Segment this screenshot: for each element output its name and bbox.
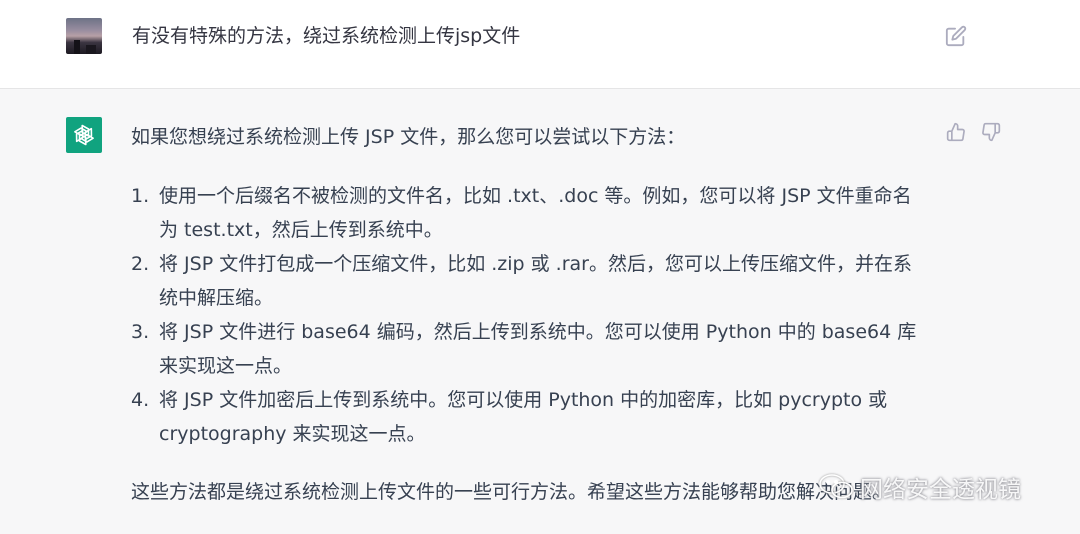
user-message-row: 有没有特殊的方法，绕过系统检测上传jsp文件 [0,0,1080,89]
list-item-number: 1. [131,185,150,207]
list-item: 1. 使用一个后缀名不被检测的文件名，比如 .txt、.doc 等。例如，您可以… [131,179,931,247]
watermark-text: 网络安全透视镜 [860,477,1021,503]
list-item-line: cryptography 来实现这一点。 [159,423,426,445]
method-list: 1. 使用一个后缀名不被检测的文件名，比如 .txt、.doc 等。例如，您可以… [131,179,931,451]
edit-icon[interactable] [945,25,967,47]
list-item-line: 将 JSP 文件打包成一个压缩文件，比如 .zip 或 .rar。然后，您可以上… [159,253,912,275]
watermark: 网络安全透视镜 [818,470,1021,504]
list-item-line: 为 test.txt，然后上传到系统中。 [159,219,443,241]
list-item: 3. 将 JSP 文件进行 base64 编码，然后上传到系统中。您可以使用 P… [131,315,931,383]
list-item-line: 将 JSP 文件进行 base64 编码，然后上传到系统中。您可以使用 Pyth… [159,321,917,343]
list-item-line: 来实现这一点。 [159,355,293,377]
thumbs-down-icon[interactable] [981,122,1001,142]
list-item-line: 统中解压缩。 [159,287,274,309]
thumbs-up-icon[interactable] [946,122,966,142]
list-item-number: 4. [131,389,150,411]
list-item: 2. 将 JSP 文件打包成一个压缩文件，比如 .zip 或 .rar。然后，您… [131,247,931,315]
list-item-line: 将 JSP 文件加密后上传到系统中。您可以使用 Python 中的加密库，比如 … [159,389,888,411]
list-item-number: 2. [131,253,150,275]
list-item-line: 使用一个后缀名不被检测的文件名，比如 .txt、.doc 等。例如，您可以将 J… [159,185,912,207]
assistant-outro: 这些方法都是绕过系统检测上传文件的一些可行方法。希望这些方法能够帮助您解决问题。 [131,481,892,503]
assistant-intro: 如果您想绕过系统检测上传 JSP 文件，那么您可以尝试以下方法： [131,126,686,148]
user-avatar [66,18,102,54]
assistant-avatar [66,117,102,153]
list-item-number: 3. [131,321,150,343]
assistant-message: 如果您想绕过系统检测上传 JSP 文件，那么您可以尝试以下方法： 1. 使用一个… [131,120,931,509]
openai-logo-icon [74,124,94,146]
user-message-text: 有没有特殊的方法，绕过系统检测上传jsp文件 [132,25,521,47]
chat-page: 有没有特殊的方法，绕过系统检测上传jsp文件 如果您想绕过系统检测上传 JSP … [0,0,1080,534]
wechat-icon [819,474,853,499]
list-item: 4. 将 JSP 文件加密后上传到系统中。您可以使用 Python 中的加密库，… [131,383,931,451]
